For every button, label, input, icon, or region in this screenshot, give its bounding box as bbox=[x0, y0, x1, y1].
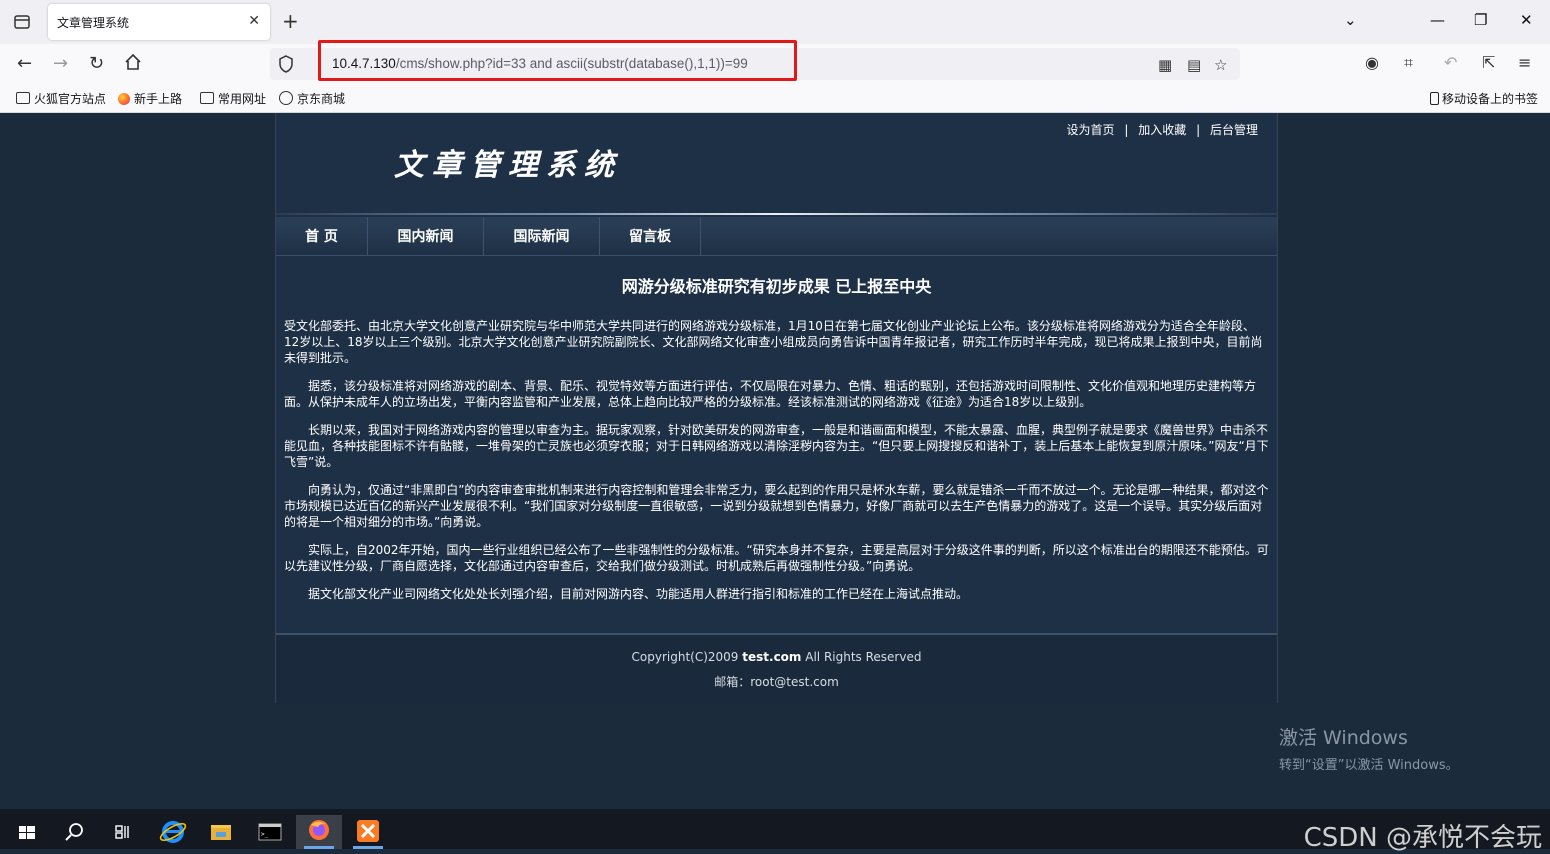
top-links: 设为首页 | 加入收藏 | 后台管理 bbox=[1064, 121, 1261, 138]
bookmark-firefox-site[interactable]: 火狐官方站点 bbox=[16, 90, 106, 107]
mobile-icon bbox=[1429, 92, 1439, 105]
close-tab-icon[interactable]: ✕ bbox=[248, 13, 260, 29]
article-paragraph: 长期以来，我国对于网络游戏内容的管理以审查为主。据玩家观察，针对欧美研发的网游审… bbox=[284, 423, 1269, 469]
back-icon[interactable]: ← bbox=[17, 53, 32, 74]
screenshot-icon[interactable]: ⌗ bbox=[1404, 53, 1413, 73]
xampp-icon[interactable] bbox=[345, 815, 391, 849]
browser-tabbar: 文章管理系统 ✕ + ⌄ — ❐ ✕ bbox=[0, 0, 1550, 44]
terminal-icon[interactable]: >_ bbox=[247, 815, 293, 849]
site-logo: 文章管理系统 bbox=[394, 148, 622, 183]
qr-code-icon[interactable]: ▦ bbox=[1158, 56, 1172, 74]
admin-link[interactable]: 后台管理 bbox=[1210, 123, 1258, 137]
activation-title: 激活 Windows bbox=[1279, 727, 1408, 749]
svg-text:>_: >_ bbox=[261, 831, 269, 838]
article-paragraph: 受文化部委托、由北京大学文化创意产业研究院与华中师范大学共同进行的网络游戏分级标… bbox=[284, 319, 1263, 365]
minimize-icon[interactable]: — bbox=[1430, 11, 1445, 29]
task-view-icon[interactable] bbox=[99, 815, 145, 849]
activation-subtitle: 转到“设置”以激活 Windows。 bbox=[1279, 758, 1459, 773]
nav-home[interactable]: 首 页 bbox=[276, 217, 368, 255]
forward-icon[interactable]: → bbox=[53, 53, 68, 74]
bookmark-getting-started[interactable]: 新手上路 bbox=[118, 90, 182, 107]
extensions-icon[interactable]: ⇱ bbox=[1482, 53, 1495, 72]
menu-icon[interactable]: ≡ bbox=[1518, 53, 1531, 72]
bookmark-star-icon[interactable]: ☆ bbox=[1214, 56, 1227, 74]
article-body: 受文化部委托、由北京大学文化创意产业研究院与华中师范大学共同进行的网络游戏分级标… bbox=[284, 318, 1269, 614]
set-homepage-link[interactable]: 设为首页 bbox=[1067, 123, 1115, 137]
folder-icon bbox=[200, 92, 214, 104]
firefox-icon bbox=[118, 93, 130, 105]
separator: | bbox=[1124, 123, 1129, 137]
account-icon[interactable]: ◉ bbox=[1365, 53, 1379, 72]
article-paragraph: 实际上，自2002年开始，国内一些行业组织已经公布了一些非强制性的分级标准。“研… bbox=[284, 543, 1269, 573]
tracking-protection-icon[interactable] bbox=[278, 55, 294, 77]
firefox-taskbar-icon[interactable] bbox=[296, 815, 342, 849]
footer-copyright: Copyright(C)2009 test.com All Rights Res… bbox=[631, 650, 922, 664]
windows-taskbar: >_ CSDN @承悦不会玩 bbox=[0, 809, 1550, 853]
nav-international-news[interactable]: 国际新闻 bbox=[484, 217, 600, 255]
reload-icon[interactable]: ↻ bbox=[89, 53, 104, 74]
article-paragraph: 据悉，该分级标准将对网络游戏的剧本、背景、配乐、视觉特效等方面进行评估，不仅局限… bbox=[284, 379, 1257, 409]
close-window-icon[interactable]: ✕ bbox=[1520, 11, 1533, 29]
internet-explorer-icon[interactable] bbox=[150, 815, 196, 849]
nav-guestbook[interactable]: 留言板 bbox=[600, 217, 701, 255]
maximize-icon[interactable]: ❐ bbox=[1474, 11, 1487, 29]
site-footer: Copyright(C)2009 test.com All Rights Res… bbox=[276, 635, 1277, 703]
add-favorite-link[interactable]: 加入收藏 bbox=[1138, 123, 1186, 137]
article-title: 网游分级标准研究有初步成果 已上报至中央 bbox=[621, 277, 932, 296]
undo-icon[interactable]: ↶ bbox=[1444, 53, 1457, 72]
search-icon[interactable] bbox=[51, 815, 97, 849]
file-explorer-icon[interactable] bbox=[198, 815, 244, 849]
url-highlight-box bbox=[318, 40, 797, 81]
footer-domain: test.com bbox=[742, 650, 802, 664]
main-nav: 首 页 国内新闻 国际新闻 留言板 bbox=[276, 217, 1277, 256]
list-all-tabs-icon[interactable]: ⌄ bbox=[1344, 11, 1357, 29]
web-page: 设为首页 | 加入收藏 | 后台管理 文章管理系统 首 页 国内新闻 国际新闻 … bbox=[0, 113, 1550, 809]
globe-icon bbox=[279, 91, 293, 105]
bookmark-jd[interactable]: 京东商城 bbox=[279, 90, 345, 107]
separator: | bbox=[1196, 123, 1201, 137]
csdn-watermark: CSDN @承悦不会玩 bbox=[1303, 823, 1542, 853]
home-icon[interactable] bbox=[124, 53, 142, 76]
bookmark-common-sites[interactable]: 常用网址 bbox=[200, 90, 266, 107]
folder-icon bbox=[16, 92, 30, 104]
nav-domestic-news[interactable]: 国内新闻 bbox=[368, 217, 484, 255]
start-icon[interactable] bbox=[4, 815, 50, 849]
footer-email: 邮箱：root@test.com bbox=[714, 675, 839, 689]
reader-view-icon[interactable]: ▤ bbox=[1187, 56, 1201, 74]
mobile-bookmarks[interactable]: 移动设备上的书签 bbox=[1429, 90, 1538, 107]
new-tab-icon[interactable]: + bbox=[282, 9, 299, 33]
windows-activation-notice: 激活 Windows 转到“设置”以激活 Windows。 bbox=[1279, 723, 1459, 773]
header-divider bbox=[276, 213, 1277, 215]
article-paragraph: 向勇认为，仅通过“非黑即白”的内容审查审批机制来进行内容控制和管理会非常乏力，要… bbox=[284, 483, 1269, 529]
tab-list-icon[interactable] bbox=[10, 10, 34, 34]
article-paragraph: 据文化部文化产业司网络文化处处长刘强介绍，目前对网游内容、功能适用人群进行指引和… bbox=[308, 587, 969, 601]
site-container: 设为首页 | 加入收藏 | 后台管理 文章管理系统 首 页 国内新闻 国际新闻 … bbox=[275, 113, 1278, 703]
tab-title: 文章管理系统 bbox=[57, 16, 130, 30]
browser-tab[interactable]: 文章管理系统 ✕ bbox=[48, 4, 270, 40]
bookmarks-bar: 火狐官方站点 新手上路 常用网址 京东商城 移动设备上的书签 bbox=[0, 84, 1550, 113]
